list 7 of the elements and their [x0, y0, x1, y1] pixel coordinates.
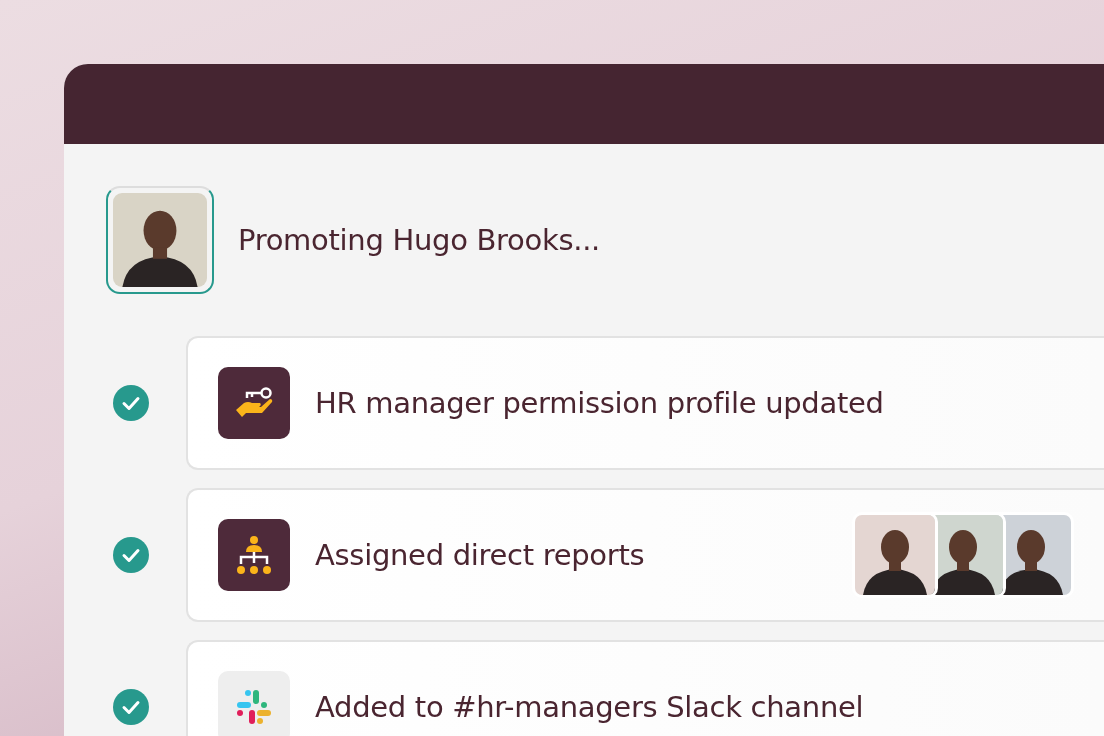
pinwheel-icon [237, 690, 271, 724]
page-title: Promoting Hugo Brooks... [238, 223, 600, 257]
task-label: HR manager permission profile updated [315, 386, 885, 420]
task-label: Added to #hr-managers Slack channel [315, 690, 865, 724]
hand-key-icon [234, 386, 274, 420]
task-label: Assigned direct reports [315, 538, 646, 572]
org-chart-icon [236, 535, 272, 575]
